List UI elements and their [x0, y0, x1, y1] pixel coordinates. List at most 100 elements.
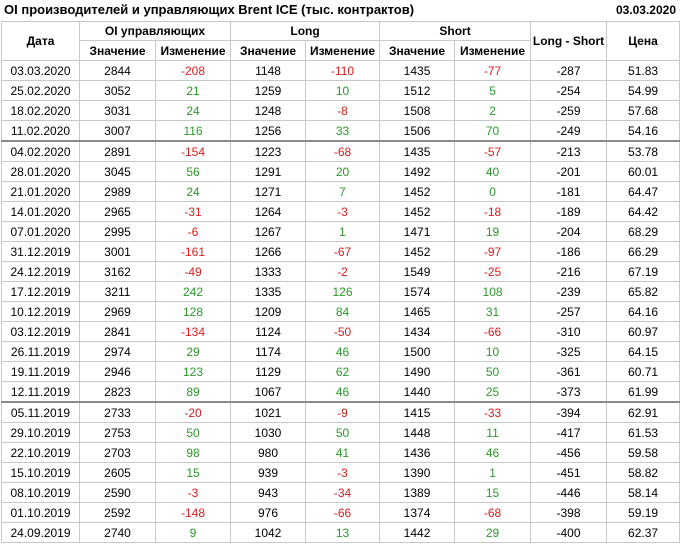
oi-table: Дата OI управляющих Long Short Long - Sh…: [1, 21, 680, 543]
long-value-cell: 1291: [230, 161, 307, 182]
long-value-subheader: Значение: [230, 40, 307, 61]
oi-value-cell: 2592: [79, 502, 156, 523]
long-short-cell: -451: [530, 462, 608, 483]
oi-value-cell: 2891: [79, 140, 156, 162]
price-cell: 61.99: [606, 381, 680, 403]
date-cell: 24.12.2019: [1, 261, 80, 282]
oi-value-cell: 2703: [79, 442, 156, 463]
table-row: 18.02.2020 3031 24 1248 -8 1508 2 -259 57.68: [1, 100, 680, 121]
short-value-cell: 1500: [379, 341, 456, 362]
oi-change-cell: 24: [154, 100, 232, 121]
long-short-cell: -239: [530, 281, 608, 302]
long-short-cell: -456: [530, 442, 608, 463]
long-change-subheader: Изменение: [305, 40, 381, 61]
short-value-cell: 1435: [379, 60, 456, 81]
short-change-cell: 1: [454, 462, 532, 483]
oi-change-cell: 116: [154, 120, 232, 142]
long-value-cell: 1209: [230, 301, 307, 322]
date-cell: 15.10.2019: [1, 462, 80, 483]
date-cell: 28.01.2020: [1, 161, 80, 182]
oi-value-cell: 3045: [79, 161, 156, 182]
long-value-cell: 1259: [230, 80, 307, 101]
long-change-cell: -8: [305, 100, 381, 121]
short-change-cell: 15: [454, 482, 532, 503]
short-value-cell: 1549: [379, 261, 456, 282]
table-body: 03.03.2020 2844 -208 1148 -110 1435 -77 -287 51.…: [1, 60, 680, 543]
long-change-cell: -66: [305, 502, 381, 523]
oi-change-cell: -31: [154, 201, 232, 222]
oi-value-subheader: Значение: [79, 40, 156, 61]
long-short-cell: -201: [530, 161, 608, 182]
report-date: 03.03.2020: [615, 3, 676, 17]
long-short-cell: -373: [530, 381, 608, 403]
long-change-cell: -110: [305, 60, 381, 81]
long-change-cell: 46: [305, 381, 381, 403]
oi-change-cell: 98: [154, 442, 232, 463]
table-row: 04.02.2020 2891 -154 1223 -68 1435 -57 -213 53.7…: [1, 140, 680, 162]
table-row: 03.12.2019 2841 -134 1124 -50 1434 -66 -310 60.9…: [1, 321, 680, 342]
table-row: 28.01.2020 3045 56 1291 20 1492 40 -201 60.01: [1, 161, 680, 182]
long-change-cell: 126: [305, 281, 381, 302]
long-short-cell: -446: [530, 482, 608, 503]
long-value-cell: 1223: [230, 140, 307, 162]
table-row: 11.02.2020 3007 116 1256 33 1506 70 -249 54.16: [1, 120, 680, 142]
long-change-cell: 1: [305, 221, 381, 242]
short-value-cell: 1434: [379, 321, 456, 342]
oi-change-cell: -49: [154, 261, 232, 282]
short-value-cell: 1465: [379, 301, 456, 322]
oi-value-cell: 2969: [79, 301, 156, 322]
date-cell: 25.02.2020: [1, 80, 80, 101]
short-value-cell: 1415: [379, 401, 456, 423]
short-change-cell: -68: [454, 502, 532, 523]
long-change-cell: 13: [305, 522, 381, 543]
long-value-cell: 1129: [230, 361, 307, 382]
oi-change-subheader: Изменение: [154, 40, 232, 61]
oi-change-cell: -154: [154, 140, 232, 162]
price-cell: 51.83: [606, 60, 680, 81]
short-change-cell: 2: [454, 100, 532, 121]
date-cell: 03.03.2020: [1, 60, 80, 81]
short-value-cell: 1452: [379, 241, 456, 262]
long-change-cell: -3: [305, 462, 381, 483]
short-change-cell: 5: [454, 80, 532, 101]
header-row-top: Дата OI управляющих Long Short Long - Sh…: [1, 21, 680, 61]
table-row: 24.09.2019 2740 9 1042 13 1442 29 -400 62.37: [1, 522, 680, 543]
short-value-cell: 1436: [379, 442, 456, 463]
oi-value-cell: 3007: [79, 120, 156, 142]
oi-value-cell: 2590: [79, 482, 156, 503]
long-value-cell: 976: [230, 502, 307, 523]
price-cell: 68.29: [606, 221, 680, 242]
short-value-cell: 1490: [379, 361, 456, 382]
short-change-cell: -57: [454, 140, 532, 162]
long-short-cell: -249: [530, 120, 608, 142]
short-change-cell: 25: [454, 381, 532, 403]
price-cell: 62.91: [606, 401, 680, 423]
long-value-cell: 1264: [230, 201, 307, 222]
date-cell: 03.12.2019: [1, 321, 80, 342]
short-change-subheader: Изменение: [454, 40, 532, 61]
report-title: OI производителей и управляющих Brent IC…: [4, 2, 415, 17]
long-value-cell: 1174: [230, 341, 307, 362]
price-cell: 62.37: [606, 522, 680, 543]
table-row: 07.01.2020 2995 -6 1267 1 1471 19 -204 68.29: [1, 221, 680, 242]
long-short-cell: -257: [530, 301, 608, 322]
short-value-cell: 1452: [379, 181, 456, 202]
table-row: 24.12.2019 3162 -49 1333 -2 1549 -25 -216 67.19: [1, 261, 680, 282]
short-change-cell: 11: [454, 422, 532, 443]
oi-change-cell: -208: [154, 60, 232, 81]
date-cell: 12.11.2019: [1, 381, 80, 403]
date-cell: 11.02.2020: [1, 120, 80, 142]
price-cell: 58.82: [606, 462, 680, 483]
long-short-cell: -361: [530, 361, 608, 382]
long-change-cell: -3: [305, 201, 381, 222]
oi-value-cell: 3052: [79, 80, 156, 101]
short-value-cell: 1452: [379, 201, 456, 222]
price-cell: 59.19: [606, 502, 680, 523]
long-value-cell: 1067: [230, 381, 307, 403]
short-value-subheader: Значение: [379, 40, 456, 61]
short-value-cell: 1506: [379, 120, 456, 142]
table-row: 14.01.2020 2965 -31 1264 -3 1452 -18 -189 64.42: [1, 201, 680, 222]
short-value-cell: 1471: [379, 221, 456, 242]
long-change-cell: 33: [305, 120, 381, 142]
oi-value-cell: 2844: [79, 60, 156, 81]
